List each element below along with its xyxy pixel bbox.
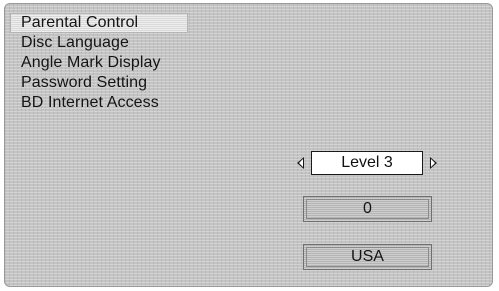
menu-item-angle-mark-display[interactable]: Angle Mark Display — [11, 53, 188, 73]
setup-menu-list: Parental Control Disc Language Angle Mar… — [10, 13, 188, 113]
menu-item-password-setting[interactable]: Password Setting — [11, 73, 188, 93]
parental-level-selector[interactable]: Level 3 — [297, 150, 437, 176]
menu-item-disc-language[interactable]: Disc Language — [11, 33, 188, 53]
menu-item-parental-control[interactable]: Parental Control — [10, 13, 188, 33]
parental-level-value[interactable]: Level 3 — [311, 151, 423, 175]
country-code-value: USA — [306, 247, 429, 267]
password-field[interactable]: 0 — [303, 196, 432, 222]
arrow-left-icon[interactable] — [297, 157, 304, 169]
menu-item-bd-internet-access[interactable]: BD Internet Access — [11, 93, 188, 113]
password-value: 0 — [306, 199, 429, 219]
setup-menu-screen: Parental Control Disc Language Angle Mar… — [4, 3, 493, 287]
country-code-field[interactable]: USA — [303, 244, 432, 270]
arrow-right-icon[interactable] — [430, 157, 437, 169]
